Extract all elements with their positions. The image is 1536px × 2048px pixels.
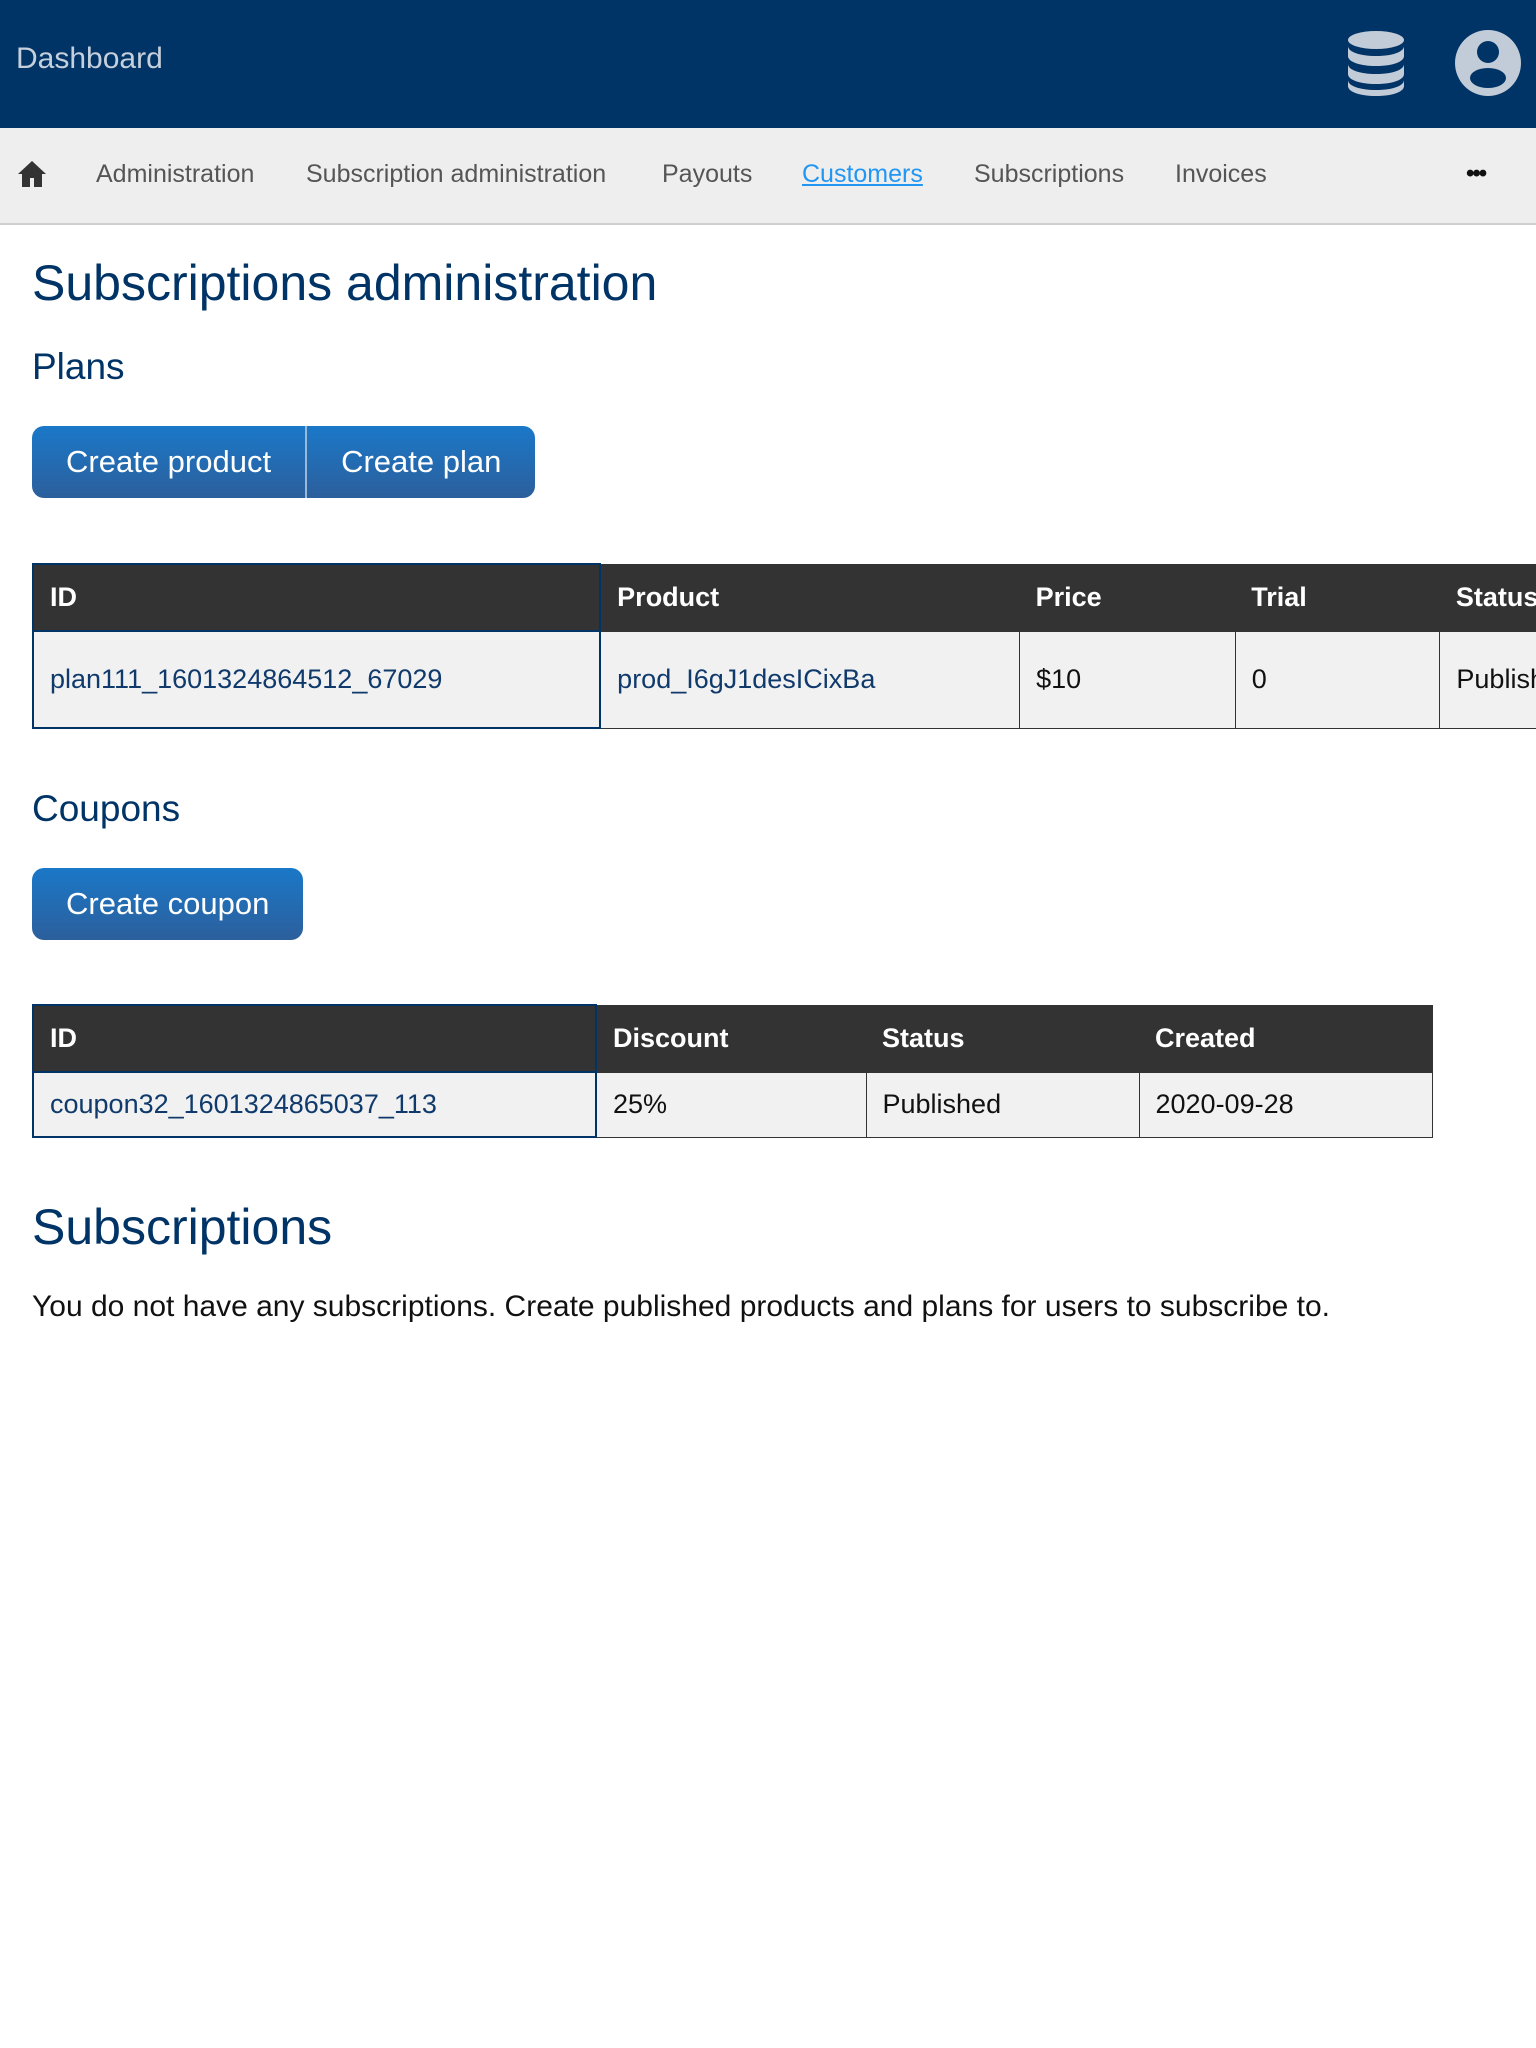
- column-header: Created: [1139, 1005, 1433, 1072]
- coupons-button-group: Create coupon: [32, 868, 304, 940]
- nav-payouts[interactable]: Payouts: [662, 160, 752, 189]
- column-header: Status: [1439, 564, 1536, 631]
- nav-subscriptions[interactable]: Subscriptions: [974, 160, 1124, 189]
- coupon-id-link[interactable]: coupon32_1601324865037_113: [32, 1071, 597, 1138]
- nav-invoices[interactable]: Invoices: [1175, 160, 1267, 189]
- table-row: plan111_1601324864512_67029 prod_I6gJ1de…: [31, 630, 1536, 729]
- page-title: Subscriptions administration: [32, 255, 658, 311]
- subscriptions-heading: Subscriptions: [32, 1199, 333, 1255]
- home-icon[interactable]: [16, 158, 48, 190]
- trial-cell: 0: [1234, 630, 1441, 729]
- nav-subscription-administration[interactable]: Subscription administration: [306, 160, 606, 189]
- plans-heading: Plans: [32, 346, 125, 387]
- product-link[interactable]: prod_I6gJ1desICixBa: [599, 630, 1021, 729]
- price-cell: $10: [1019, 630, 1236, 729]
- column-header: ID: [31, 563, 602, 632]
- create-product-button[interactable]: Create product: [32, 426, 306, 498]
- nav-administration[interactable]: Administration: [96, 160, 254, 189]
- table-header-row: ID Discount Status Created: [32, 1004, 1433, 1073]
- column-header: Status: [866, 1005, 1139, 1072]
- status-cell: Published: [865, 1071, 1140, 1138]
- column-header: Trial: [1235, 564, 1440, 631]
- empty-subscriptions-message: You do not have any subscriptions. Creat…: [32, 1290, 1331, 1323]
- coupons-heading: Coupons: [32, 788, 181, 829]
- column-header: Discount: [596, 1005, 866, 1072]
- created-cell: 2020-09-28: [1138, 1071, 1433, 1138]
- dashboard-title[interactable]: Dashboard: [16, 42, 163, 76]
- top-bar: Dashboard: [0, 0, 1536, 128]
- column-header: ID: [32, 1004, 597, 1073]
- nav-customers[interactable]: Customers: [802, 160, 923, 189]
- status-cell: Published: [1439, 630, 1536, 729]
- column-header: Price: [1019, 564, 1236, 631]
- plans-button-group: Create product Create plan: [32, 426, 536, 498]
- user-avatar-icon[interactable]: [1455, 30, 1521, 96]
- column-header: Product: [600, 564, 1020, 631]
- database-icon[interactable]: [1347, 30, 1405, 96]
- table-row: coupon32_1601324865037_113 25% Published…: [32, 1071, 1433, 1138]
- more-menu-icon[interactable]: •••: [1466, 160, 1487, 188]
- coupons-table: ID Discount Status Created coupon32_1601…: [32, 1004, 1433, 1138]
- create-coupon-button[interactable]: Create coupon: [32, 868, 304, 940]
- plan-id-link[interactable]: plan111_1601324864512_67029: [31, 630, 602, 729]
- table-header-row: ID Product Price Trial Status: [31, 563, 1536, 632]
- discount-cell: 25%: [595, 1071, 867, 1138]
- create-plan-button[interactable]: Create plan: [305, 426, 536, 498]
- plans-table: ID Product Price Trial Status plan111_16…: [31, 563, 1536, 729]
- nav-bar: Administration Subscription administrati…: [0, 128, 1536, 225]
